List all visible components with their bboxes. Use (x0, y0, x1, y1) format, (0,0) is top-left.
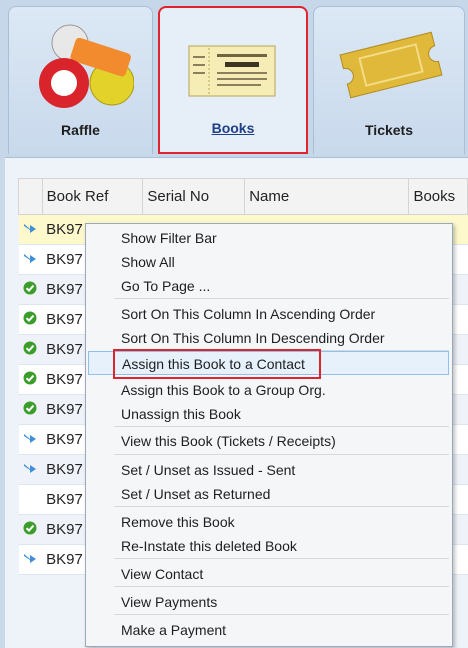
menu-separator (114, 558, 449, 559)
menu-item-sort-descending[interactable]: Sort On This Column In Descending Order (114, 326, 449, 350)
row-status (18, 364, 43, 395)
check-circle-icon (23, 521, 37, 539)
menu-item-show-filter-bar[interactable]: Show Filter Bar (114, 226, 449, 250)
ticket-icon (339, 31, 443, 99)
raffle-book-icon (188, 45, 276, 97)
menu-item-remove-book[interactable]: Remove this Book (114, 510, 449, 534)
context-menu: Show Filter Bar Show All Go To Page ... Sor… (85, 223, 453, 647)
menu-item-set-returned[interactable]: Set / Unset as Returned (114, 482, 449, 506)
menu-separator (114, 586, 449, 587)
row-status (18, 334, 43, 365)
check-circle-icon (23, 311, 37, 329)
menu-item-unassign-book[interactable]: Unassign this Book (114, 402, 449, 426)
col-book-ref[interactable]: Book Ref (41, 178, 144, 215)
menu-item-set-issued[interactable]: Set / Unset as Issued - Sent (114, 458, 449, 482)
menu-separator (114, 506, 449, 507)
row-status (18, 454, 43, 485)
menu-item-view-payments[interactable]: View Payments (114, 590, 449, 614)
row-status (18, 514, 43, 545)
row-status (18, 394, 43, 425)
highlight-frame (113, 349, 321, 379)
menu-separator (114, 426, 449, 427)
menu-item-view-contact[interactable]: View Contact (114, 562, 449, 586)
check-circle-icon (23, 401, 37, 419)
module-tab-bar: Raffle Books Tickets (0, 0, 468, 158)
arrow-right-icon (23, 251, 37, 268)
raffle-balls-icon (39, 24, 134, 108)
menu-separator (114, 614, 449, 615)
tab-raffle[interactable]: Raffle (8, 6, 153, 154)
arrow-right-icon (23, 431, 37, 448)
col-name[interactable]: Name (244, 178, 410, 215)
row-status (18, 484, 43, 515)
menu-separator (114, 454, 449, 455)
arrow-right-icon (23, 461, 37, 478)
col-books[interactable]: Books (408, 178, 468, 215)
row-indicator-header (18, 178, 43, 215)
menu-item-sort-ascending[interactable]: Sort On This Column In Ascending Order (114, 302, 449, 326)
arrow-right-icon (23, 221, 37, 238)
row-status (18, 544, 43, 575)
tab-books-label: Books (211, 120, 255, 136)
tab-tickets[interactable]: Tickets (313, 6, 465, 154)
menu-item-assign-book-group[interactable]: Assign this Book to a Group Org. (114, 378, 449, 402)
check-circle-icon (23, 341, 37, 359)
tab-books[interactable]: Books (158, 6, 308, 154)
row-status (18, 304, 43, 335)
menu-item-go-to-page[interactable]: Go To Page ... (114, 274, 449, 298)
row-status (18, 424, 43, 455)
menu-item-make-payment[interactable]: Make a Payment (114, 618, 449, 642)
row-status (18, 214, 43, 245)
menu-item-reinstate-book[interactable]: Re-Instate this deleted Book (114, 534, 449, 558)
menu-icon-gutter (86, 224, 114, 646)
menu-item-view-book[interactable]: View this Book (Tickets / Receipts) (114, 429, 449, 453)
arrow-right-icon (23, 551, 37, 568)
menu-separator (114, 298, 449, 299)
check-circle-icon (23, 371, 37, 389)
check-circle-icon (23, 281, 37, 299)
row-status (18, 244, 43, 275)
menu-item-show-all[interactable]: Show All (114, 250, 449, 274)
tab-raffle-label: Raffle (61, 122, 100, 138)
col-serial-no[interactable]: Serial No (142, 178, 246, 215)
tab-tickets-label: Tickets (365, 122, 413, 138)
grid-header-row: Book Ref Serial No Name Books (18, 178, 468, 215)
row-status (18, 274, 43, 305)
